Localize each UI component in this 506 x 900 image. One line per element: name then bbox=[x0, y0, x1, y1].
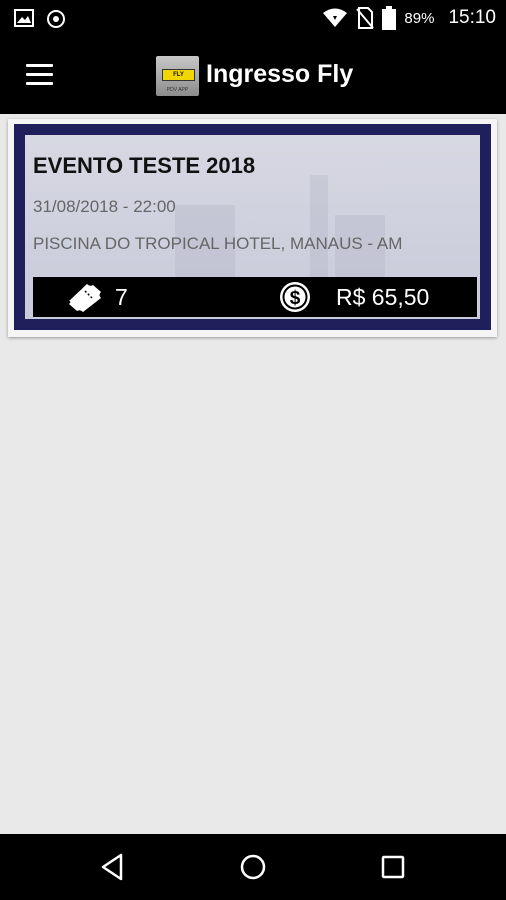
navigation-bar bbox=[0, 834, 506, 900]
home-icon[interactable] bbox=[237, 851, 269, 883]
event-datetime: 31/08/2018 - 22:00 bbox=[33, 197, 176, 216]
clock: 15:10 bbox=[448, 7, 496, 28]
menu-icon bbox=[26, 64, 53, 67]
menu-button[interactable] bbox=[18, 58, 58, 94]
svg-text:$: $ bbox=[290, 288, 301, 309]
no-sim-icon bbox=[356, 7, 375, 29]
app-logo: FLY PDV APP bbox=[156, 56, 199, 96]
dollar-icon: $ bbox=[280, 282, 310, 312]
battery-percent: 89% bbox=[404, 9, 435, 27]
shield-icon bbox=[47, 10, 65, 28]
ticket-icon bbox=[69, 284, 101, 312]
image-icon bbox=[14, 9, 34, 27]
back-icon[interactable] bbox=[97, 851, 129, 883]
recents-icon[interactable] bbox=[377, 851, 409, 883]
ticket-count: 7 bbox=[115, 284, 128, 310]
battery-icon bbox=[382, 6, 397, 30]
event-info-bar: 7 $ R$ 65,50 bbox=[33, 277, 477, 317]
app-bar: FLY PDV APP Ingresso Fly bbox=[0, 38, 506, 114]
event-title: EVENTO TESTE 2018 bbox=[33, 153, 256, 178]
wifi-icon bbox=[323, 8, 348, 27]
event-location: PISCINA DO TROPICAL HOTEL, MANAUS - AM bbox=[33, 234, 403, 253]
status-bar: 89% 15:10 bbox=[0, 0, 506, 38]
event-price: R$ 65,50 bbox=[336, 284, 430, 310]
event-card-frame: EVENTO TESTE 2018 31/08/2018 - 22:00 PIS… bbox=[14, 124, 491, 330]
app-title: Ingresso Fly bbox=[206, 60, 354, 88]
event-card[interactable]: EVENTO TESTE 2018 31/08/2018 - 22:00 PIS… bbox=[8, 119, 497, 337]
